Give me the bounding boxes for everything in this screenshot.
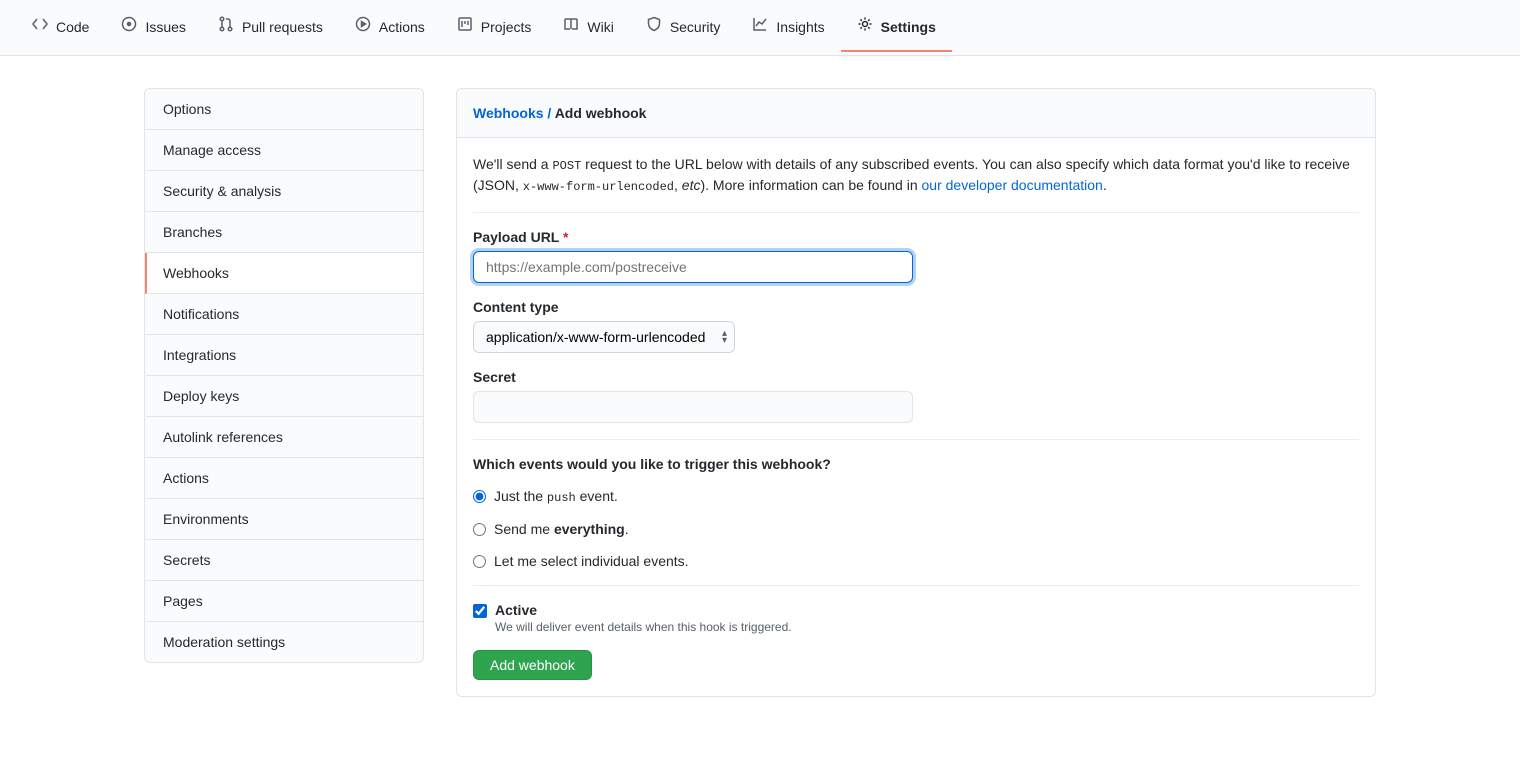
secret-group: Secret (473, 369, 1359, 423)
radio-everything[interactable]: Send me everything. (473, 521, 1359, 537)
active-description: We will deliver event details when this … (495, 620, 792, 634)
settings-sidebar: Options Manage access Security & analysi… (144, 88, 424, 697)
sidebar-item-manage-access[interactable]: Manage access (145, 130, 423, 171)
breadcrumb-current: Add webhook (555, 105, 647, 121)
pull-request-icon (218, 12, 234, 42)
radio-just-push-label[interactable]: Just the push event. (494, 488, 618, 505)
active-label[interactable]: Active (495, 602, 792, 618)
radio-individual-label[interactable]: Let me select individual events. (494, 553, 689, 569)
intro-part: , (674, 177, 682, 193)
tab-wiki[interactable]: Wiki (547, 4, 629, 52)
sidebar-item-options[interactable]: Options (145, 89, 423, 130)
sidebar-item-moderation[interactable]: Moderation settings (145, 622, 423, 662)
divider (473, 439, 1359, 440)
tab-label: Pull requests (242, 12, 323, 42)
sidebar-item-autolink-references[interactable]: Autolink references (145, 417, 423, 458)
shield-icon (646, 12, 662, 42)
events-heading: Which events would you like to trigger t… (473, 456, 1359, 472)
content-type-group: Content type application/x-www-form-urle… (473, 299, 1359, 353)
select-wrap: application/x-www-form-urlencoded ▴▾ (473, 321, 735, 353)
radio-text: Send me (494, 521, 554, 537)
tab-label: Wiki (587, 12, 613, 42)
code-icon (32, 12, 48, 42)
tab-actions[interactable]: Actions (339, 4, 441, 52)
book-icon (563, 12, 579, 42)
payload-url-label: Payload URL * (473, 229, 1359, 245)
sidebar-menu: Options Manage access Security & analysi… (144, 88, 424, 663)
intro-em: etc (682, 177, 701, 193)
developer-docs-link[interactable]: our developer documentation (922, 177, 1103, 193)
tab-label: Issues (145, 12, 185, 42)
add-webhook-button[interactable]: Add webhook (473, 650, 592, 680)
radio-everything-label[interactable]: Send me everything. (494, 521, 629, 537)
intro-code: POST (552, 159, 581, 173)
radio-strong: everything (554, 521, 625, 537)
sidebar-item-branches[interactable]: Branches (145, 212, 423, 253)
content-type-label: Content type (473, 299, 1359, 315)
sidebar-item-webhooks[interactable]: Webhooks (145, 253, 423, 294)
tab-label: Projects (481, 12, 532, 42)
gear-icon (857, 12, 873, 42)
sidebar-item-environments[interactable]: Environments (145, 499, 423, 540)
tab-label: Insights (776, 12, 824, 42)
tab-label: Code (56, 12, 89, 42)
project-icon (457, 12, 473, 42)
active-checkbox[interactable] (473, 604, 487, 618)
active-text-wrap: Active We will deliver event details whe… (495, 602, 792, 634)
sidebar-item-actions[interactable]: Actions (145, 458, 423, 499)
panel-header: Webhooks / Add webhook (457, 89, 1375, 138)
radio-text: Just the (494, 488, 547, 504)
issue-icon (121, 12, 137, 42)
required-mark: * (563, 229, 568, 245)
tab-code[interactable]: Code (16, 4, 105, 52)
payload-url-input[interactable] (473, 251, 913, 283)
secret-input[interactable] (473, 391, 913, 423)
radio-text: . (625, 521, 629, 537)
sidebar-item-pages[interactable]: Pages (145, 581, 423, 622)
active-checkbox-row[interactable]: Active We will deliver event details whe… (473, 602, 1359, 634)
tab-label: Actions (379, 12, 425, 42)
tab-pull-requests[interactable]: Pull requests (202, 4, 339, 52)
graph-icon (752, 12, 768, 42)
page-container: Options Manage access Security & analysi… (120, 56, 1400, 729)
radio-everything-input[interactable] (473, 523, 486, 536)
intro-part: We'll send a (473, 156, 552, 172)
tab-projects[interactable]: Projects (441, 4, 548, 52)
repo-nav-inner: Code Issues Pull requests Actions Projec… (0, 4, 952, 52)
breadcrumb-separator: / (544, 105, 555, 121)
label-text: Payload URL (473, 229, 559, 245)
tab-insights[interactable]: Insights (736, 4, 840, 52)
divider (473, 585, 1359, 586)
tab-issues[interactable]: Issues (105, 4, 201, 52)
intro-part: . (1103, 177, 1107, 193)
sidebar-item-security-analysis[interactable]: Security & analysis (145, 171, 423, 212)
radio-individual[interactable]: Let me select individual events. (473, 553, 1359, 569)
sidebar-item-integrations[interactable]: Integrations (145, 335, 423, 376)
radio-just-push-input[interactable] (473, 490, 486, 503)
breadcrumb-webhooks-link[interactable]: Webhooks (473, 105, 544, 121)
panel-body: We'll send a POST request to the URL bel… (457, 138, 1375, 696)
tab-security[interactable]: Security (630, 4, 737, 52)
tab-settings[interactable]: Settings (841, 4, 952, 52)
repo-nav: Code Issues Pull requests Actions Projec… (0, 0, 1520, 56)
main-panel: Webhooks / Add webhook We'll send a POST… (456, 88, 1376, 697)
secret-label: Secret (473, 369, 1359, 385)
radio-individual-input[interactable] (473, 555, 486, 568)
tab-label: Settings (881, 12, 936, 42)
radio-just-push[interactable]: Just the push event. (473, 488, 1359, 505)
content-type-select[interactable]: application/x-www-form-urlencoded (473, 321, 735, 353)
tab-label: Security (670, 12, 721, 42)
intro-part: ). More information can be found in (700, 177, 921, 193)
sidebar-item-notifications[interactable]: Notifications (145, 294, 423, 335)
radio-text: event. (576, 488, 618, 504)
sidebar-item-deploy-keys[interactable]: Deploy keys (145, 376, 423, 417)
intro-code: x-www-form-urlencoded (523, 180, 674, 194)
payload-url-group: Payload URL * (473, 229, 1359, 283)
radio-code: push (547, 491, 576, 505)
intro-text: We'll send a POST request to the URL bel… (473, 154, 1359, 213)
sidebar-item-secrets[interactable]: Secrets (145, 540, 423, 581)
play-icon (355, 12, 371, 42)
